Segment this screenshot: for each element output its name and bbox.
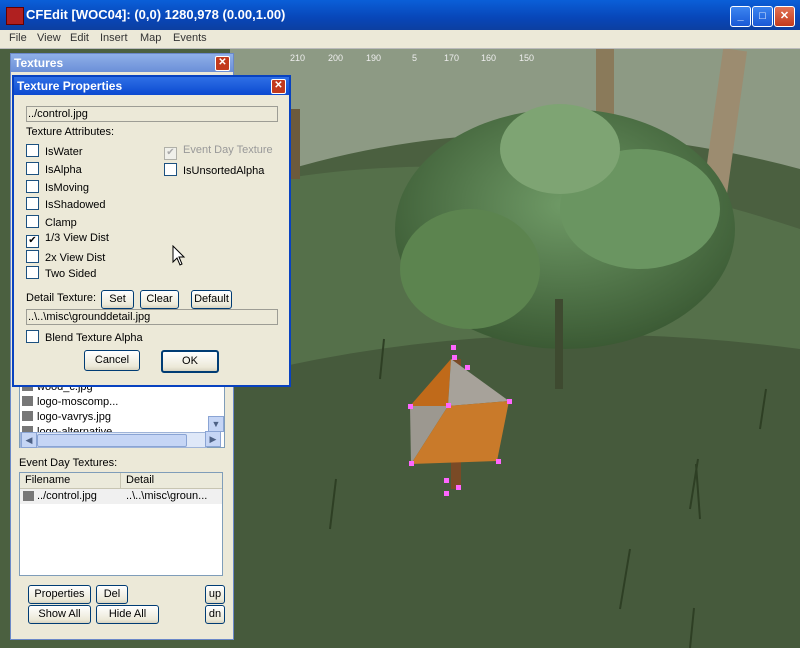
- checkbox-icon: [26, 144, 39, 157]
- checkbox-icon: [26, 197, 39, 210]
- dialog-close-button[interactable]: ✕: [271, 79, 286, 94]
- texture-attributes-label: Texture Attributes:: [26, 126, 115, 138]
- horizontal-scrollbar[interactable]: ◀: [20, 432, 207, 448]
- show-all-button[interactable]: Show All: [28, 605, 91, 624]
- move-down-button[interactable]: dn: [205, 605, 225, 624]
- list-item[interactable]: logo-vavrys.jpg: [22, 411, 111, 425]
- checkbox-two-sided[interactable]: Two Sided: [26, 266, 96, 280]
- ok-button[interactable]: OK: [161, 350, 219, 373]
- cancel-button[interactable]: Cancel: [84, 350, 140, 371]
- texture-swatch-icon: [22, 411, 33, 421]
- column-header-filename[interactable]: Filename: [20, 473, 121, 489]
- ruler-label: 170: [444, 53, 460, 63]
- delete-button[interactable]: Del: [96, 585, 128, 604]
- detail-default-button[interactable]: Default: [191, 290, 232, 309]
- ruler-label: 200: [328, 53, 344, 63]
- maximize-button[interactable]: □: [752, 6, 773, 27]
- checkbox-event-day-texture: ✔ Event Day Texture: [164, 144, 273, 160]
- detail-set-button[interactable]: Set: [101, 290, 134, 309]
- menu-view[interactable]: View: [37, 32, 61, 44]
- texture-swatch-icon: [22, 396, 33, 406]
- properties-button[interactable]: Properties: [28, 585, 91, 604]
- checkbox-blend-texture-alpha[interactable]: Blend Texture Alpha: [26, 330, 143, 344]
- menu-edit[interactable]: Edit: [70, 32, 89, 44]
- checkbox-third-view-dist[interactable]: ✔ 1/3 View Dist: [26, 232, 109, 248]
- texture-properties-dialog: Texture Properties ✕ ../control.jpg Text…: [12, 75, 291, 387]
- textures-panel-title: Textures: [14, 56, 64, 70]
- scroll-down-icon[interactable]: ▼: [208, 416, 224, 432]
- texture-file-field: ../control.jpg: [26, 106, 278, 122]
- checkbox-icon: [26, 162, 39, 175]
- ruler-label: 190: [366, 53, 382, 63]
- checkmark-icon: ✔: [164, 147, 177, 160]
- detail-file-field: ..\..\misc\grounddetail.jpg: [26, 309, 278, 325]
- column-header-detail[interactable]: Detail: [121, 473, 222, 489]
- textures-panel-titlebar: Textures ✕: [11, 54, 233, 72]
- move-up-button[interactable]: up: [205, 585, 225, 604]
- checkbox-icon: [164, 163, 177, 176]
- ruler-label: 210: [290, 53, 306, 63]
- checkbox-icon: [26, 250, 39, 263]
- dialog-titlebar: Texture Properties ✕: [14, 77, 289, 95]
- menu-bar: File View Edit Insert Map Events: [0, 30, 800, 49]
- row-filename: ../control.jpg: [37, 490, 97, 502]
- detail-clear-button[interactable]: Clear: [140, 290, 179, 309]
- scroll-left-icon[interactable]: ◀: [21, 432, 37, 448]
- menu-file[interactable]: File: [9, 32, 27, 44]
- detail-texture-label: Detail Texture:: [26, 292, 97, 304]
- texture-swatch-icon: [23, 491, 34, 501]
- checkbox-isshadowed[interactable]: IsShadowed: [26, 197, 106, 211]
- event-day-table[interactable]: Filename Detail ../control.jpg ..\..\mis…: [19, 472, 223, 576]
- dialog-title: Texture Properties: [17, 79, 123, 93]
- textures-close-button[interactable]: ✕: [215, 56, 230, 71]
- hide-all-button[interactable]: Hide All: [96, 605, 159, 624]
- checkbox-icon: [26, 215, 39, 228]
- table-row[interactable]: ../control.jpg ..\..\misc\groun...: [20, 489, 222, 504]
- checkbox-icon: [26, 180, 39, 193]
- checkbox-2x-view-dist[interactable]: 2x View Dist: [26, 250, 105, 264]
- close-button[interactable]: ✕: [774, 6, 795, 27]
- ruler-label: 5: [412, 53, 418, 63]
- scroll-thumb[interactable]: [37, 434, 187, 447]
- window-titlebar: CFEdit [WOC04]: (0,0) 1280,978 (0.00,1.0…: [0, 0, 800, 30]
- menu-insert[interactable]: Insert: [100, 32, 128, 44]
- window-title: CFEdit [WOC04]: (0,0) 1280,978 (0.00,1.0…: [26, 7, 286, 22]
- event-day-label: Event Day Textures:: [19, 457, 118, 469]
- checkbox-isalpha[interactable]: IsAlpha: [26, 162, 82, 176]
- checkbox-clamp[interactable]: Clamp: [26, 215, 77, 229]
- checkbox-icon: [26, 266, 39, 279]
- ruler-label: 160: [481, 53, 497, 63]
- menu-map[interactable]: Map: [140, 32, 161, 44]
- scroll-right-icon[interactable]: ▶: [205, 431, 221, 447]
- checkbox-iswater[interactable]: IsWater: [26, 144, 83, 158]
- list-item[interactable]: logo-moscomp...: [22, 396, 118, 410]
- minimize-button[interactable]: _: [730, 6, 751, 27]
- checkbox-is-unsorted-alpha[interactable]: IsUnsortedAlpha: [164, 163, 264, 177]
- menu-events[interactable]: Events: [173, 32, 207, 44]
- checkmark-icon: ✔: [26, 235, 39, 248]
- app-icon: [6, 7, 24, 25]
- ruler-label: 150: [519, 53, 535, 63]
- checkbox-ismoving[interactable]: IsMoving: [26, 180, 89, 194]
- mouse-cursor-icon: [172, 245, 186, 266]
- checkbox-icon: [26, 330, 39, 343]
- row-detail: ..\..\misc\groun...: [126, 490, 208, 502]
